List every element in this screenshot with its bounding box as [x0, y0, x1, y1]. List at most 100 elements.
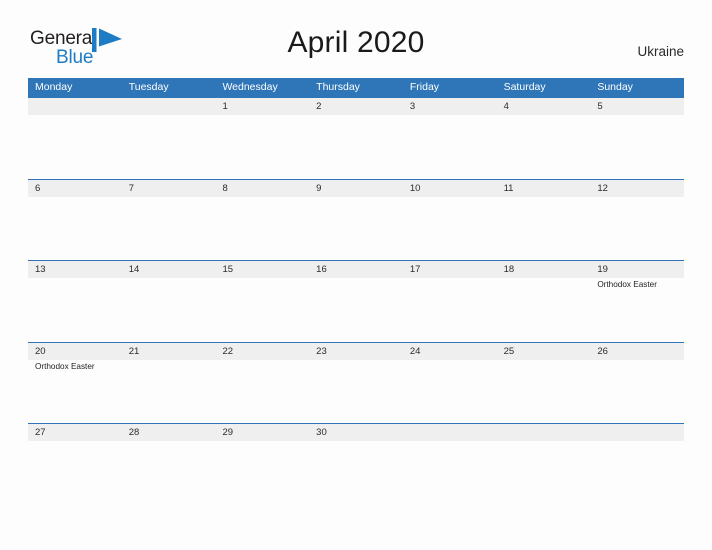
day-number: 3 [409, 101, 416, 112]
calendar-day-cell[interactable]: 2 [309, 98, 403, 179]
calendar-day-cell[interactable]: 27 [28, 424, 122, 505]
calendar-day-cell[interactable]: 7 [122, 180, 216, 261]
page-title: April 2020 [287, 26, 425, 59]
page-header: General Blue April 2020 Ukraine [0, 0, 712, 68]
calendar-day-cell[interactable]: 30 [309, 424, 403, 505]
calendar-day-cell[interactable]: 1 [215, 98, 309, 179]
day-event [129, 360, 216, 361]
day-event [129, 278, 216, 279]
day-number: 10 [409, 182, 421, 194]
calendar-day-cell[interactable]: 23 [309, 343, 403, 424]
calendar-day-cell[interactable]: 6 [28, 180, 122, 261]
day-event [410, 197, 497, 198]
calendar-day-cell[interactable]: 29 [215, 424, 309, 505]
calendar-day-cell[interactable]: 26 [590, 343, 684, 424]
calendar-page: General Blue April 2020 Ukraine Monday T… [0, 0, 712, 550]
calendar-day-cell[interactable]: 11 [497, 180, 591, 261]
weekday-header-monday: Monday [35, 81, 73, 93]
calendar-day-cell[interactable]: 28 [122, 424, 216, 505]
day-event [410, 278, 497, 279]
calendar-week-row: 20 Orthodox Easter 21 22 23 24 25 26 [28, 341, 684, 424]
calendar-day-cell[interactable] [590, 424, 684, 505]
day-number: 8 [222, 182, 228, 194]
calendar-day-cell[interactable]: 25 [497, 343, 591, 424]
day-number: 22 [222, 345, 234, 357]
day-event [410, 115, 497, 116]
day-number: 13 [35, 264, 46, 275]
day-event [316, 197, 403, 198]
calendar-day-cell[interactable]: 12 [590, 180, 684, 261]
day-event [597, 360, 684, 361]
day-event [316, 278, 403, 279]
day-number: 9 [316, 182, 322, 194]
day-number: 19 [597, 264, 608, 275]
day-number: 15 [222, 264, 234, 275]
day-event [129, 197, 216, 198]
calendar-day-cell[interactable] [403, 424, 497, 505]
calendar-day-cell[interactable]: 15 [215, 261, 309, 342]
day-event [410, 441, 497, 442]
day-event [35, 278, 122, 279]
calendar-day-cell[interactable]: 10 [403, 180, 497, 261]
day-event [222, 360, 309, 361]
day-event [597, 441, 684, 442]
day-number: 16 [316, 264, 327, 275]
day-number: 26 [597, 345, 608, 357]
day-event [504, 115, 591, 116]
day-event [129, 441, 216, 442]
day-number: 20 [35, 345, 46, 357]
day-event [129, 115, 216, 116]
day-number: 11 [503, 182, 514, 194]
calendar-day-cell[interactable]: 4 [497, 98, 591, 179]
day-number: 4 [503, 101, 509, 112]
day-number: 5 [597, 101, 603, 112]
calendar-day-cell[interactable]: 20 Orthodox Easter [28, 343, 122, 424]
calendar-day-cell[interactable]: 8 [215, 180, 309, 261]
day-event [597, 115, 684, 116]
calendar-day-cell[interactable]: 5 [590, 98, 684, 179]
day-event [316, 360, 403, 361]
weekday-header-thursday: Thursday [316, 81, 360, 93]
calendar-week-row: 1 2 3 4 5 [28, 97, 684, 179]
calendar-day-cell[interactable]: 16 [309, 261, 403, 342]
day-number: 1 [222, 101, 228, 112]
calendar-day-cell[interactable]: 24 [403, 343, 497, 424]
day-number: 24 [409, 345, 421, 357]
calendar-day-cell[interactable] [122, 98, 216, 179]
day-number: 18 [503, 264, 515, 275]
weekday-header-wednesday: Wednesday [222, 81, 278, 93]
day-event [504, 441, 591, 442]
day-event [504, 278, 591, 279]
day-number: 17 [409, 264, 421, 275]
calendar-day-cell[interactable]: 18 [497, 261, 591, 342]
calendar-day-cell[interactable] [497, 424, 591, 505]
weekday-header-tuesday: Tuesday [128, 81, 169, 93]
calendar-day-cell[interactable] [28, 98, 122, 179]
day-event [410, 360, 497, 361]
day-event [504, 197, 591, 198]
weekday-header-friday: Friday [409, 81, 440, 93]
calendar-day-cell[interactable]: 21 [122, 343, 216, 424]
weekday-header-row: Monday Tuesday Wednesday Thursday Friday… [28, 78, 684, 97]
day-event [222, 278, 309, 279]
day-number: 29 [222, 427, 234, 438]
day-event [222, 197, 309, 198]
calendar-day-cell[interactable]: 3 [403, 98, 497, 179]
calendar-week-row: 6 7 8 9 10 11 12 [28, 178, 684, 261]
calendar-day-cell[interactable]: 19 Orthodox Easter [590, 261, 684, 342]
day-number: 27 [35, 427, 46, 438]
calendar-grid: Monday Tuesday Wednesday Thursday Friday… [28, 78, 684, 505]
day-event [316, 115, 403, 116]
day-event: Orthodox Easter [35, 361, 95, 371]
day-event: Orthodox Easter [597, 280, 657, 289]
country-label: Ukraine [637, 44, 684, 59]
calendar-day-cell[interactable]: 17 [403, 261, 497, 342]
day-number: 12 [597, 182, 608, 194]
calendar-week-row: 13 14 15 16 17 18 19 Orthodox Easter [28, 260, 684, 342]
day-number: 21 [128, 345, 140, 357]
day-number: 30 [316, 427, 327, 438]
calendar-day-cell[interactable]: 14 [122, 261, 216, 342]
calendar-day-cell[interactable]: 9 [309, 180, 403, 261]
calendar-day-cell[interactable]: 13 [28, 261, 122, 342]
calendar-day-cell[interactable]: 22 [215, 343, 309, 424]
